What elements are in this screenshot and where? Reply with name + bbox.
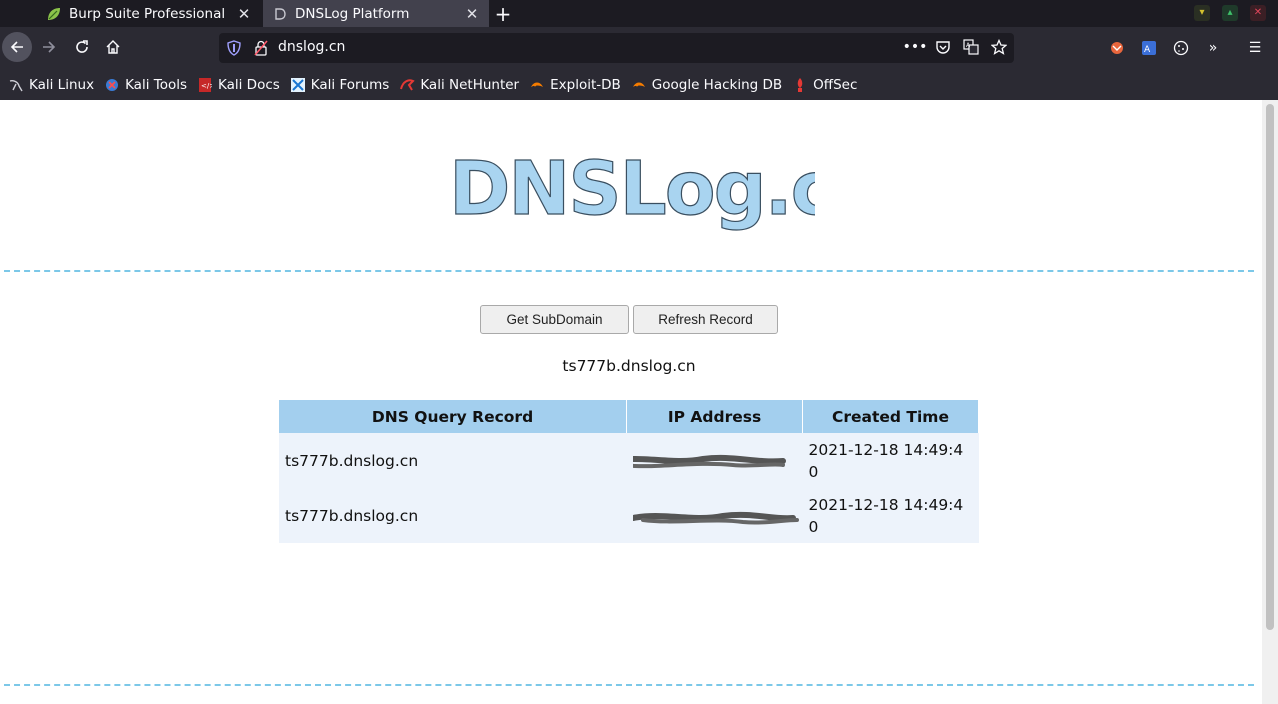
overflow-chevrons-icon[interactable]: » — [1204, 39, 1222, 57]
close-tab-icon[interactable]: ✕ — [235, 5, 253, 23]
tab-title: Burp Suite Professional — [69, 5, 226, 22]
hamburger-menu-icon[interactable]: ☰ — [1246, 39, 1264, 57]
forward-arrow-icon[interactable] — [34, 32, 64, 62]
header-created-time: Created Time — [802, 400, 979, 433]
translate-icon[interactable]: A — [962, 38, 980, 56]
table-row: ts777b.dnslog.cn 2021-12-18 14:49:40 — [279, 433, 979, 488]
bookmark-label: Kali NetHunter — [420, 76, 520, 93]
kali-dragon-icon — [8, 77, 24, 93]
generated-subdomain: ts777b.dnslog.cn — [562, 357, 696, 375]
ip-address-cell — [609, 433, 803, 488]
insecure-connection-icon[interactable] — [254, 40, 268, 60]
bookmark-offsec[interactable]: OffSec — [792, 77, 857, 93]
url-text[interactable]: dnslog.cn — [278, 39, 345, 55]
bookmark-label: Exploit-DB — [550, 76, 621, 93]
extension-fox-icon[interactable] — [1108, 39, 1126, 57]
page-actions-more-icon[interactable]: ••• — [903, 38, 928, 56]
address-bar[interactable]: dnslog.cn ••• A — [219, 33, 1014, 63]
bookmark-label: OffSec — [813, 76, 858, 93]
page-viewport: DNSLog.cn Get SubDomain Refresh Record t… — [0, 100, 1262, 704]
tab-title: DNSLog Platform — [295, 5, 410, 22]
bookmark-kali-docs[interactable]: </> Kali Docs — [197, 77, 280, 93]
window-close-icon[interactable]: ✕ — [1250, 5, 1266, 21]
window-maximize-icon[interactable]: ▴ — [1222, 5, 1238, 21]
bookmark-label: Kali Tools — [125, 76, 187, 93]
offsec-icon — [792, 77, 808, 93]
refresh-record-button[interactable]: Refresh Record — [633, 305, 778, 334]
created-time-cell: 2021-12-18 14:49:40 — [802, 488, 979, 543]
dns-record-cell: ts777b.dnslog.cn — [279, 488, 627, 543]
reload-icon[interactable] — [67, 32, 97, 62]
new-tab-plus-icon[interactable]: + — [491, 0, 515, 27]
redacted-ip-scribble — [629, 506, 799, 526]
created-time-cell: 2021-12-18 14:49:40 — [802, 433, 979, 488]
bookmark-star-icon[interactable] — [990, 38, 1008, 56]
dns-record-table: DNS Query Record IP Address Created Time… — [279, 400, 979, 543]
exploit-db-icon — [529, 77, 545, 93]
tab-dnslog[interactable]: DNSLog Platform ✕ — [263, 0, 489, 27]
close-tab-icon[interactable]: ✕ — [463, 5, 481, 23]
pocket-save-icon[interactable] — [934, 38, 952, 56]
kali-docs-icon: </> — [197, 77, 213, 93]
nethunter-icon — [399, 77, 416, 93]
svg-text:A: A — [1144, 45, 1151, 55]
bookmark-kali-forums[interactable]: Kali Forums — [290, 76, 390, 93]
tab-burp-suite[interactable]: Burp Suite Professional ✕ — [37, 0, 261, 27]
bottom-dashed-divider — [4, 684, 1254, 686]
tracking-shield-icon[interactable] — [227, 40, 241, 60]
header-ip-address: IP Address — [626, 400, 803, 433]
table-header-row: DNS Query Record IP Address Created Time — [279, 400, 979, 433]
page-scrollbar[interactable] — [1262, 100, 1278, 704]
tab-bar: Burp Suite Professional ✕ DNSLog Platfor… — [0, 0, 1278, 27]
back-arrow-icon[interactable] — [2, 32, 32, 62]
bookmark-label: Kali Docs — [218, 76, 280, 93]
burp-leaf-icon — [46, 6, 62, 22]
header-dns-query-record: DNS Query Record — [279, 400, 628, 433]
home-icon[interactable] — [98, 32, 128, 62]
translate-extension-icon[interactable]: A — [1140, 39, 1158, 57]
get-subdomain-button[interactable]: Get SubDomain — [480, 305, 629, 334]
bookmark-kali-tools[interactable]: Kali Tools — [104, 77, 187, 93]
kali-tools-icon — [104, 77, 120, 93]
bookmark-kali-linux[interactable]: Kali Linux — [8, 77, 94, 93]
scrollbar-thumb[interactable] — [1266, 104, 1274, 630]
svg-text:</>: </> — [201, 82, 212, 90]
kali-forums-icon — [290, 77, 306, 93]
redacted-ip-scribble — [609, 451, 793, 471]
bookmarks-toolbar: Kali Linux Kali Tools </> Kali Docs Kali… — [0, 69, 1278, 100]
bookmark-exploit-db[interactable]: Exploit-DB — [529, 77, 621, 93]
bookmark-google-hacking-db[interactable]: Google Hacking DB — [631, 77, 782, 93]
bookmark-kali-nethunter[interactable]: Kali NetHunter — [399, 77, 519, 93]
ip-address-cell — [626, 488, 803, 543]
dns-record-cell: ts777b.dnslog.cn — [279, 433, 627, 488]
logo-text: DNSLog.cn — [449, 146, 815, 232]
top-dashed-divider — [4, 270, 1254, 272]
ghdb-icon — [631, 77, 647, 93]
bookmark-label: Kali Linux — [29, 76, 95, 93]
window-minimize-icon[interactable]: ▾ — [1194, 5, 1210, 21]
dnslog-d-icon — [272, 6, 288, 22]
cookie-extension-icon[interactable] — [1172, 39, 1190, 57]
dnslog-logo: DNSLog.cn — [445, 140, 885, 240]
bookmark-label: Google Hacking DB — [651, 76, 783, 93]
table-row: ts777b.dnslog.cn 2021-12-18 14:49:40 — [279, 488, 979, 543]
bookmark-label: Kali Forums — [310, 76, 390, 93]
navigation-toolbar: dnslog.cn ••• A A » ☰ — [0, 27, 1278, 69]
